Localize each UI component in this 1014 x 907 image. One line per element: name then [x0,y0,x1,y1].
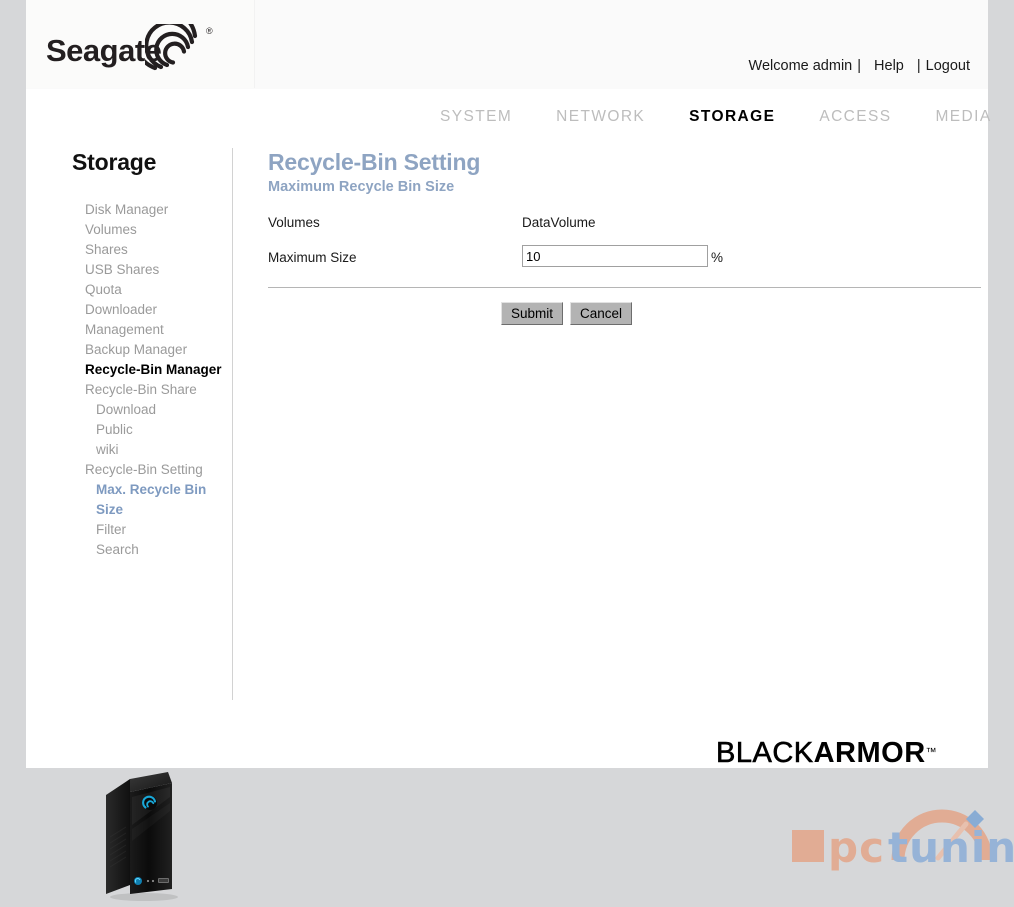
logout-link[interactable]: Logout [926,58,970,74]
header-band: Seagate ® Welcome admin | Help | Logout [26,0,988,89]
watermark-text-tuning: tuning [888,823,1014,872]
nav-item-access[interactable]: ACCESS [819,108,891,126]
blackarmor-logo-armor: ARMOR [813,737,926,769]
pctuning-watermark: pc tuning [770,786,1014,879]
application-panel: Seagate ® Welcome admin | Help | Logout SYST… [26,0,990,901]
sidebar-menu: Disk Manager Volumes Shares USB Shares Q… [26,200,232,560]
blackarmor-nas-device-image [104,767,194,907]
account-separator-1: | [857,58,862,74]
sidebar-item-volumes[interactable]: Volumes [26,220,232,240]
content-area: Recycle-Bin Setting Maximum Recycle Bin … [232,137,988,768]
sidebar-item-max-recycle-bin-size[interactable]: Max. Recycle Bin Size [26,480,232,520]
settings-form: Volumes DataVolume Maximum Size % [268,211,982,281]
sidebar-item-wiki[interactable]: wiki [26,440,232,460]
main-navigation: SYSTEM NETWORK STORAGE ACCESS MEDIA [26,89,990,137]
welcome-label: Welcome admin [748,58,853,74]
sidebar: Storage Disk Manager Volumes Shares USB … [26,137,233,901]
registered-mark-icon: ® [206,26,213,36]
sidebar-item-search[interactable]: Search [26,540,232,560]
sidebar-item-usb-shares[interactable]: USB Shares [26,260,232,280]
help-link[interactable]: Help [866,58,912,74]
blackarmor-logo: BLACKARMOR™ [716,737,937,770]
sidebar-item-disk-manager[interactable]: Disk Manager [26,200,232,220]
submit-button[interactable]: Submit [501,302,564,325]
seagate-logo[interactable]: Seagate ® [26,0,255,88]
sidebar-item-recycle-bin-manager[interactable]: Recycle-Bin Manager [26,360,232,380]
sidebar-item-filter[interactable]: Filter [26,520,232,540]
sidebar-item-quota[interactable]: Quota [26,280,232,300]
cancel-button[interactable]: Cancel [570,302,633,325]
page-subtitle: Maximum Recycle Bin Size [268,179,455,195]
volumes-label: Volumes [268,215,320,230]
form-row-volumes: Volumes DataVolume [268,211,982,241]
percent-unit-label: % [711,250,724,265]
nav-item-storage[interactable]: STORAGE [689,108,775,126]
sidebar-item-download[interactable]: Download [26,400,232,420]
form-row-maximum-size: Maximum Size % [268,241,982,281]
form-button-row: Submit Cancel [501,302,633,325]
account-separator-2: | [916,58,921,74]
sidebar-item-public[interactable]: Public [26,420,232,440]
sidebar-item-downloader-management[interactable]: Downloader Management [26,300,232,340]
nav-list: SYSTEM NETWORK STORAGE ACCESS MEDIA [440,108,992,126]
seagate-spiral-icon [133,7,207,77]
sidebar-item-recycle-bin-share[interactable]: Recycle-Bin Share [26,380,232,400]
trademark-mark-icon: ™ [925,746,937,759]
sidebar-item-shares[interactable]: Shares [26,240,232,260]
nav-item-media[interactable]: MEDIA [936,108,992,126]
maximum-size-label: Maximum Size [268,250,357,265]
form-divider [268,287,981,288]
volumes-value: DataVolume [522,215,596,230]
nav-item-network[interactable]: NETWORK [556,108,645,126]
nav-item-system[interactable]: SYSTEM [440,108,512,126]
page-title: Recycle-Bin Setting [268,149,481,175]
blackarmor-logo-black: BLACK [716,737,814,770]
sidebar-item-backup-manager[interactable]: Backup Manager [26,340,232,360]
watermark-text-pc: pc [828,823,885,872]
sidebar-item-recycle-bin-setting[interactable]: Recycle-Bin Setting [26,460,232,480]
sidebar-title: Storage [72,149,157,175]
maximum-size-input[interactable] [522,245,708,267]
account-links: Welcome admin | Help | Logout [749,58,970,74]
